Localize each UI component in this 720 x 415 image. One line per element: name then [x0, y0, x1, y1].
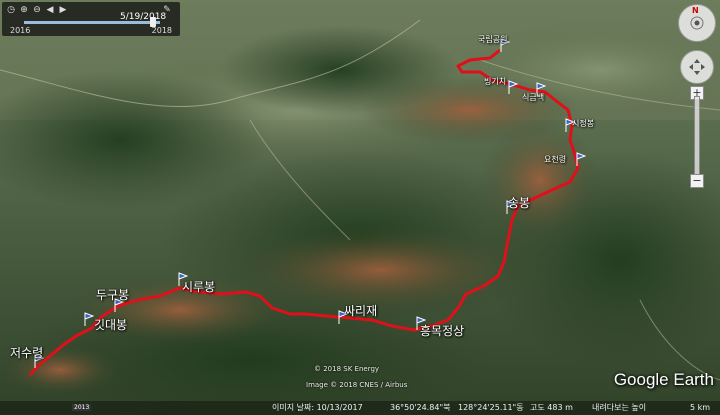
elevation-readout: 고도 483 m — [530, 403, 573, 412]
place-label-dugubong[interactable]: 두구봉 — [96, 286, 129, 303]
place-label-seuggichi[interactable]: 빙기치 — [484, 76, 506, 87]
flag-icon[interactable] — [576, 152, 586, 166]
eye-altitude-readout: 내려다보는 높이 — [592, 403, 647, 412]
latitude-readout: 36°50'24.84"북 — [390, 403, 451, 412]
place-label-sirubong[interactable]: 시루봉 — [182, 278, 215, 295]
place-label-gapjabong[interactable]: 시정봉 — [572, 118, 594, 129]
move-joystick[interactable] — [680, 50, 714, 84]
time-slider-start-year: 2016 — [10, 26, 31, 35]
flag-icon[interactable] — [84, 312, 94, 326]
place-label-heungmokjeongsang[interactable]: 흥목정상 — [420, 322, 464, 339]
step-forward-icon[interactable]: ▶ — [58, 5, 68, 15]
copyright-text: © 2018 SK Energy — [314, 365, 380, 373]
imagery-credit: Image © 2018 CNES / Airbus — [306, 381, 408, 389]
time-slider-track[interactable] — [24, 21, 160, 24]
zoom-in-time-icon[interactable]: ⊕ — [19, 5, 29, 15]
flag-icon[interactable] — [508, 80, 518, 94]
google-earth-logo: Google Earth — [613, 370, 714, 389]
scale-readout: 5 km — [690, 403, 711, 412]
place-label-sigeuncheok[interactable]: 식금백 — [522, 92, 544, 103]
step-back-icon[interactable]: ◀ — [45, 5, 55, 15]
look-joystick[interactable]: N — [678, 4, 716, 42]
time-slider-end-year: 2018 — [151, 26, 172, 35]
navigation-controls: N + − — [678, 4, 718, 194]
time-slider-panel: ◷ ⊕ ⊖ ◀ ▶ ✎ 5/19/2018 2016 2018 — [2, 2, 180, 36]
year-badge: 2013 — [72, 404, 92, 411]
zoom-out-button[interactable]: − — [690, 174, 704, 188]
place-label-ssirije[interactable]: 싸리재 — [344, 302, 377, 319]
clock-icon[interactable]: ◷ — [6, 5, 16, 15]
place-label-songbong[interactable]: 송봉 — [508, 194, 530, 211]
place-label-obhyeongryeong[interactable]: 요천령 — [544, 154, 566, 165]
imagery-date: 이미지 날짜: 10/13/2017 — [272, 403, 363, 412]
hand-icon — [689, 59, 705, 75]
longitude-readout: 128°24'25.11"동 — [458, 403, 524, 412]
satellite-map[interactable] — [0, 0, 720, 415]
zoom-slider[interactable] — [694, 96, 700, 182]
zoom-out-time-icon[interactable]: ⊖ — [32, 5, 42, 15]
place-label-jeosuryeong[interactable]: 저수령 — [10, 344, 43, 361]
status-bar: 이미지 날짜: 10/13/2017 36°50'24.84"북 128°24'… — [0, 401, 720, 415]
place-label-gittaebong[interactable]: 깃대봉 — [94, 316, 127, 333]
place-label-visitor-center[interactable]: 국립공원 — [478, 34, 507, 45]
eye-icon — [690, 16, 704, 30]
